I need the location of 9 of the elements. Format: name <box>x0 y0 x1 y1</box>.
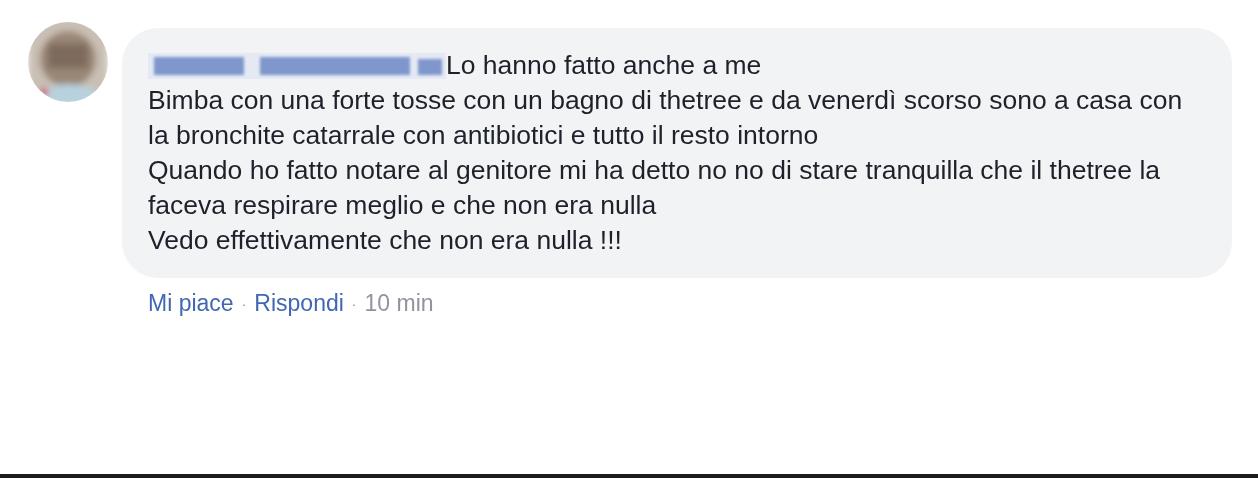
action-link[interactable]: Rispondi <box>254 290 344 317</box>
action-link[interactable]: Mi piace <box>148 290 234 317</box>
comment-text: Bimba con una forte tosse con un bagno di thetree e da venerdì scorso sono a casa con la bronchite catarrale con antibiotici e tutto il resto intorno <box>148 84 1184 152</box>
comment-text: Vedo effettivamente che non era nulla !!! <box>148 224 623 257</box>
comment-text: Lo hanno fatto anche a me <box>446 49 762 82</box>
timestamp: 10 min <box>364 290 434 317</box>
separator-dot: · <box>351 295 357 312</box>
comment-text: Quando ho fatto notare al genitore mi ha detto no no di stare tranquilla che il thetree la faceva respirare meglio e che non era nulla <box>148 154 1162 222</box>
separator-dot: · <box>241 295 247 312</box>
